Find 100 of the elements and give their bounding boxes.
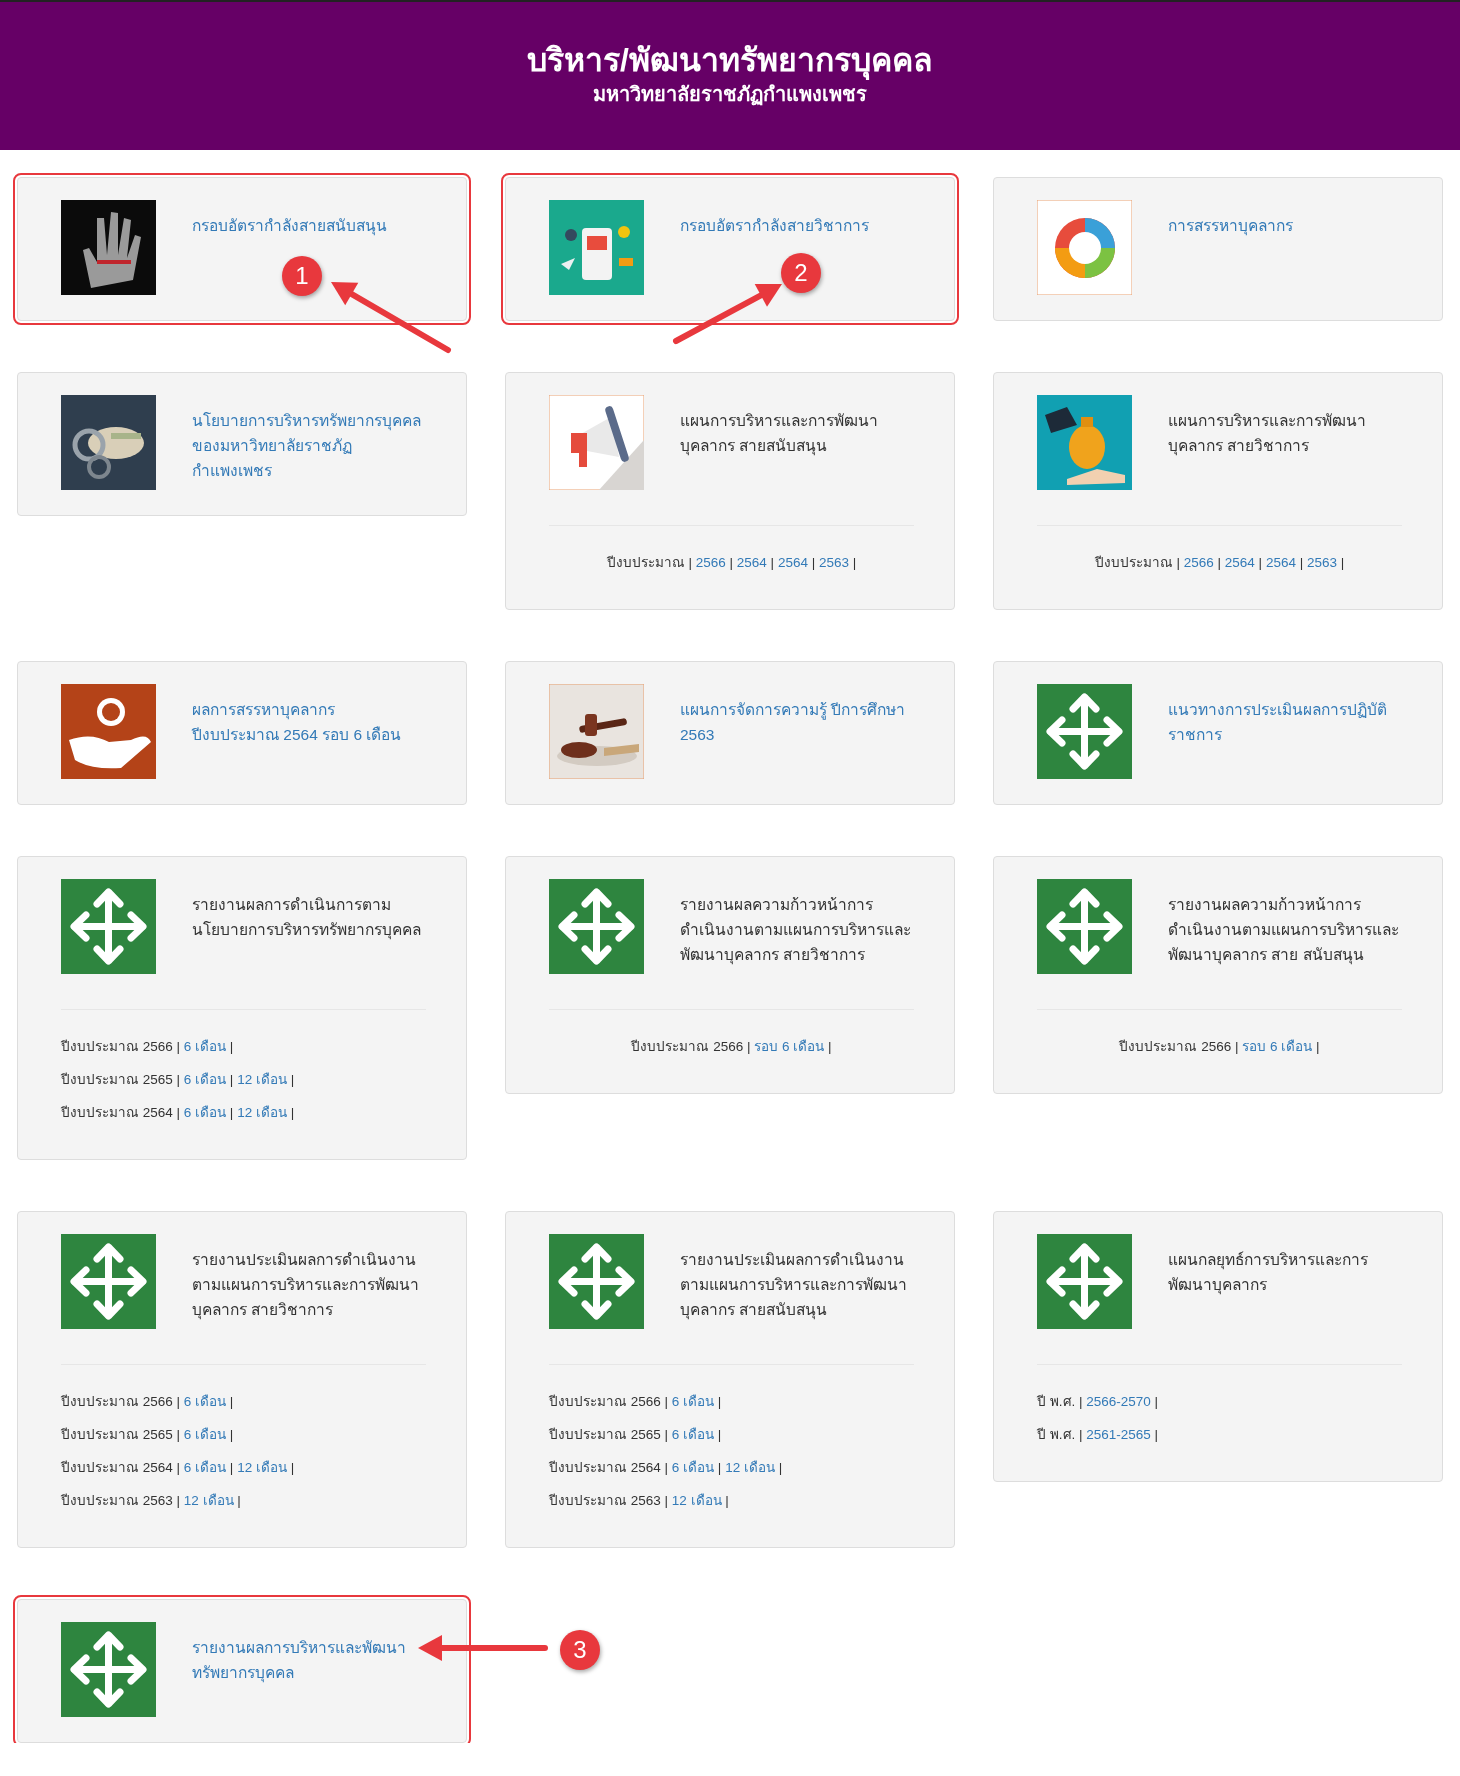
move-icon (1037, 879, 1132, 974)
text: | (828, 1039, 832, 1054)
link[interactable]: 12 เดือน (725, 1460, 775, 1475)
page-subtitle: มหาวิทยาลัยราชภัฏกำแพงเพชร (592, 82, 868, 108)
link[interactable]: 2563 (819, 555, 850, 570)
title-link[interactable]: กรอบอัตรากำลังสายวิชาการ (680, 200, 869, 238)
text: ปีงบประมาณ 2563 | (61, 1493, 181, 1508)
link[interactable]: รอบ 6 เดือน (1242, 1039, 1313, 1054)
link[interactable]: 6 เดือน (183, 1460, 227, 1475)
link[interactable]: 2563 (1307, 555, 1338, 570)
link[interactable]: 6 เดือน (183, 1394, 227, 1409)
text: | (1340, 555, 1345, 570)
move-icon (61, 879, 156, 974)
text: | (725, 1493, 729, 1508)
text: ปีงบประมาณ 2566 | (61, 1394, 181, 1409)
link[interactable]: 6 เดือน (671, 1427, 715, 1442)
text: | (778, 1460, 783, 1475)
text: | (1154, 1427, 1159, 1442)
text: ปีงบประมาณ 2563 | (549, 1493, 669, 1508)
link[interactable]: 2564 (1265, 555, 1296, 570)
text: | (237, 1493, 241, 1508)
link[interactable]: 6 เดือน (183, 1427, 227, 1442)
text: | (1316, 1039, 1320, 1054)
card-title: รายงานผลการดำเนินการตามนโยบายการบริหารทรัพยากรบุคคล (192, 895, 422, 942)
link[interactable]: 12 เดือน (237, 1105, 287, 1120)
link[interactable]: 2566 (695, 555, 726, 570)
link[interactable]: 2564 (736, 555, 767, 570)
text: | (229, 1072, 234, 1087)
title-link[interactable]: แผนการจัดการความรู้ ปีการศึกษา 2563 (680, 684, 914, 747)
text: ปีงบประมาณ 2566 | (549, 1394, 669, 1409)
text: | (770, 555, 775, 570)
text: | (717, 1460, 722, 1475)
card-title: รายงานประเมินผลการดำเนินงานตามแผนการบริหารและการพัฒนาบุคลากร สายสนับสนุน (680, 1250, 908, 1322)
text: | (229, 1394, 234, 1409)
text: ปีงบประมาณ 2564 | (61, 1460, 181, 1475)
text: | (229, 1460, 234, 1475)
number-marker: 1 (282, 256, 322, 296)
card-title: รายงานผลความก้าวหน้าการดำเนินงานตามแผนการบริหารและพัฒนาบุคลากร สาย สนับสนุน (1168, 895, 1400, 967)
text: | (729, 555, 734, 570)
text: ปีงบประมาณ 2566 | (1119, 1039, 1239, 1054)
link[interactable]: 6 เดือน (183, 1105, 227, 1120)
text: ปีงบประมาณ 2566 | (631, 1039, 751, 1054)
link[interactable]: 2564 (777, 555, 808, 570)
link[interactable]: 12 เดือน (237, 1460, 287, 1475)
text: ปีงบประมาณ 2566 | (61, 1039, 181, 1054)
text: | (290, 1460, 295, 1475)
title-link[interactable]: ผลการสรรหาบุคลากร ปีงบประมาณ 2564 รอบ 6 เดือน (192, 684, 426, 747)
text: | (717, 1394, 722, 1409)
title-link[interactable]: การสรรหาบุคลากร (1168, 200, 1293, 238)
text: | (1154, 1394, 1159, 1409)
card-title: แผนการบริหารและการพัฒนา บุคลากร สายวิชาการ (1168, 411, 1367, 458)
link[interactable]: 12 เดือน (183, 1493, 234, 1508)
link[interactable]: 2566-2570 (1086, 1394, 1151, 1409)
text: | (1217, 555, 1222, 570)
link[interactable]: 12 เดือน (237, 1072, 287, 1087)
card-title: รายงานผลความก้าวหน้าการดำเนินงานตามแผนการบริหารและพัฒนาบุคลากร สายวิชาการ (680, 895, 912, 967)
link[interactable]: 6 เดือน (671, 1460, 715, 1475)
link[interactable]: 2566 (1183, 555, 1214, 570)
move-icon (1037, 684, 1132, 779)
number-marker: 3 (560, 1630, 600, 1670)
text: | (1258, 555, 1263, 570)
move-icon (1037, 1234, 1132, 1329)
link[interactable]: 6 เดือน (183, 1072, 227, 1087)
text: ปีงบประมาณ 2564 | (549, 1460, 669, 1475)
text: | (290, 1105, 295, 1120)
text: ปี พ.ศ. | (1037, 1394, 1083, 1409)
text: | (290, 1072, 295, 1087)
text: | (229, 1039, 234, 1054)
card-title: รายงานประเมินผลการดำเนินงานตามแผนการบริหารและการพัฒนาบุคลากร สายวิชาการ (192, 1250, 420, 1322)
link[interactable]: 2564 (1224, 555, 1255, 570)
text: ปีงบประมาณ | (1094, 555, 1180, 570)
card-title: แผนการบริหารและการพัฒนา บุคลากร สายสนับสนุน (680, 411, 879, 458)
title-link[interactable]: กรอบอัตรากำลังสายสนับสนุน (192, 200, 387, 238)
text: ปีงบประมาณ 2565 | (61, 1427, 181, 1442)
move-icon (549, 1234, 644, 1329)
link[interactable]: 6 เดือน (671, 1394, 715, 1409)
page-title: บริหาร/พัฒนาทรัพยากรบุคคล (526, 41, 934, 80)
text: | (717, 1427, 722, 1442)
text: | (1299, 555, 1304, 570)
text: | (229, 1105, 234, 1120)
number-marker: 2 (781, 253, 821, 293)
text: | (852, 555, 857, 570)
title-link[interactable]: นโยบายการบริหารทรัพยากรบุคคลของมหาวิทยาลัยราชภัฏกำแพงเพชร (192, 395, 426, 483)
text: ปีงบประมาณ | (606, 555, 692, 570)
card-title: แผนกลยุทธ์การบริหารและการพัฒนาบุคลากร (1168, 1250, 1369, 1297)
text: | (229, 1427, 234, 1442)
link[interactable]: 2561-2565 (1086, 1427, 1151, 1442)
title-link[interactable]: แนวทางการประเมินผลการปฏิบัติราชการ (1168, 684, 1402, 747)
text: ปีงบประมาณ 2564 | (61, 1105, 181, 1120)
link[interactable]: รอบ 6 เดือน (754, 1039, 825, 1054)
link[interactable]: 6 เดือน (183, 1039, 227, 1054)
title-link[interactable]: รายงานผลการบริหารและพัฒนาทรัพยากรบุคคล (192, 1622, 426, 1685)
move-icon (61, 1622, 156, 1717)
move-icon (549, 879, 644, 974)
move-icon (61, 1234, 156, 1329)
text: | (811, 555, 816, 570)
text: ปีงบประมาณ 2565 | (549, 1427, 669, 1442)
text: ปี พ.ศ. | (1037, 1427, 1083, 1442)
text: ปีงบประมาณ 2565 | (61, 1072, 181, 1087)
link[interactable]: 12 เดือน (671, 1493, 722, 1508)
